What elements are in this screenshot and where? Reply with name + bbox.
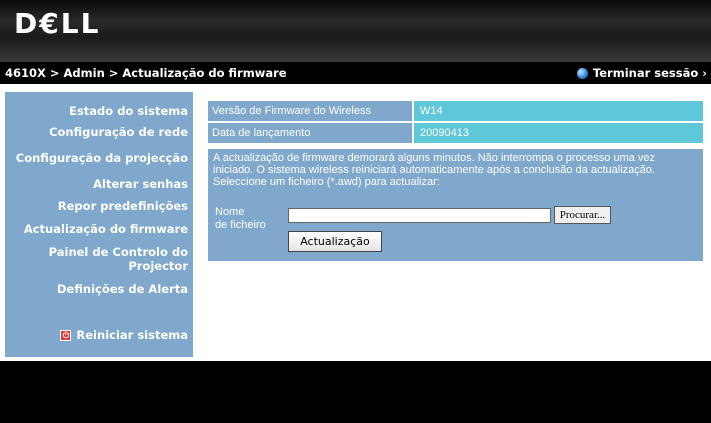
sidebar-item-firmware-update[interactable]: Actualização do firmware <box>24 222 188 236</box>
breadcrumb: 4610X > Admin > Actualização do firmware <box>5 66 287 80</box>
reboot-system-link[interactable]: ⏻ Reiniciar sistema <box>60 328 188 342</box>
footer <box>0 361 711 423</box>
power-icon: ⏻ <box>60 329 72 341</box>
sidebar-item-reset-defaults[interactable]: Repor predefinições <box>58 199 188 213</box>
release-date-value: 20090413 <box>414 123 703 143</box>
update-instructions: A actualização de firmware demorará algu… <box>213 152 656 188</box>
sidebar-item-projection-config[interactable]: Configuração da projecção <box>16 151 188 165</box>
firmware-version-row: Versão de Firmware do Wireless W14 <box>208 101 703 121</box>
update-button[interactable]: Actualização <box>288 231 382 252</box>
dell-logo: D€LL <box>14 7 101 40</box>
sidebar-item-network-config[interactable]: Configuração de rede <box>49 125 188 139</box>
browse-button[interactable]: Procurar... <box>554 206 611 224</box>
sidebar: Estado do sistema Configuração de rede C… <box>5 92 193 357</box>
filename-label: Nome de ficheiro <box>215 206 266 231</box>
logout-label: Terminar sessão › <box>592 66 707 80</box>
filename-input[interactable] <box>288 208 551 223</box>
header: D€LL <box>0 0 711 62</box>
firmware-version-label: Versão de Firmware do Wireless <box>208 101 412 121</box>
reboot-label: Reiniciar sistema <box>76 328 188 342</box>
update-panel: A actualização de firmware demorará algu… <box>208 149 703 261</box>
sidebar-item-system-status[interactable]: Estado do sistema <box>69 104 188 118</box>
release-date-label: Data de lançamento <box>208 123 412 143</box>
sidebar-item-projector-control[interactable]: Painel de Controlo do Projector <box>38 245 188 273</box>
logout-link[interactable]: Terminar sessão › <box>576 66 707 80</box>
globe-icon <box>576 67 588 79</box>
release-date-row: Data de lançamento 20090413 <box>208 123 703 143</box>
title-bar: 4610X > Admin > Actualização do firmware… <box>0 62 711 84</box>
sidebar-item-change-passwords[interactable]: Alterar senhas <box>93 177 188 191</box>
firmware-version-value: W14 <box>414 101 703 121</box>
sidebar-item-alert-settings[interactable]: Definições de Alerta <box>57 282 188 296</box>
